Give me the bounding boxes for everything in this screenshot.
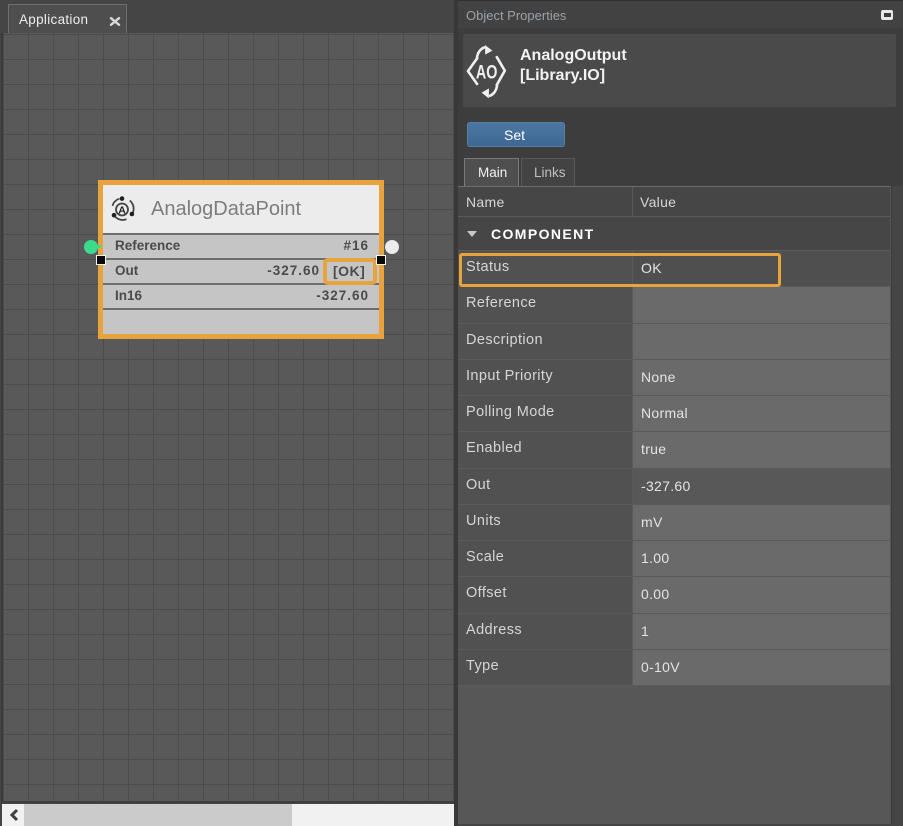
svg-text:AO: AO [476,62,498,83]
svg-text:A: A [118,205,126,217]
